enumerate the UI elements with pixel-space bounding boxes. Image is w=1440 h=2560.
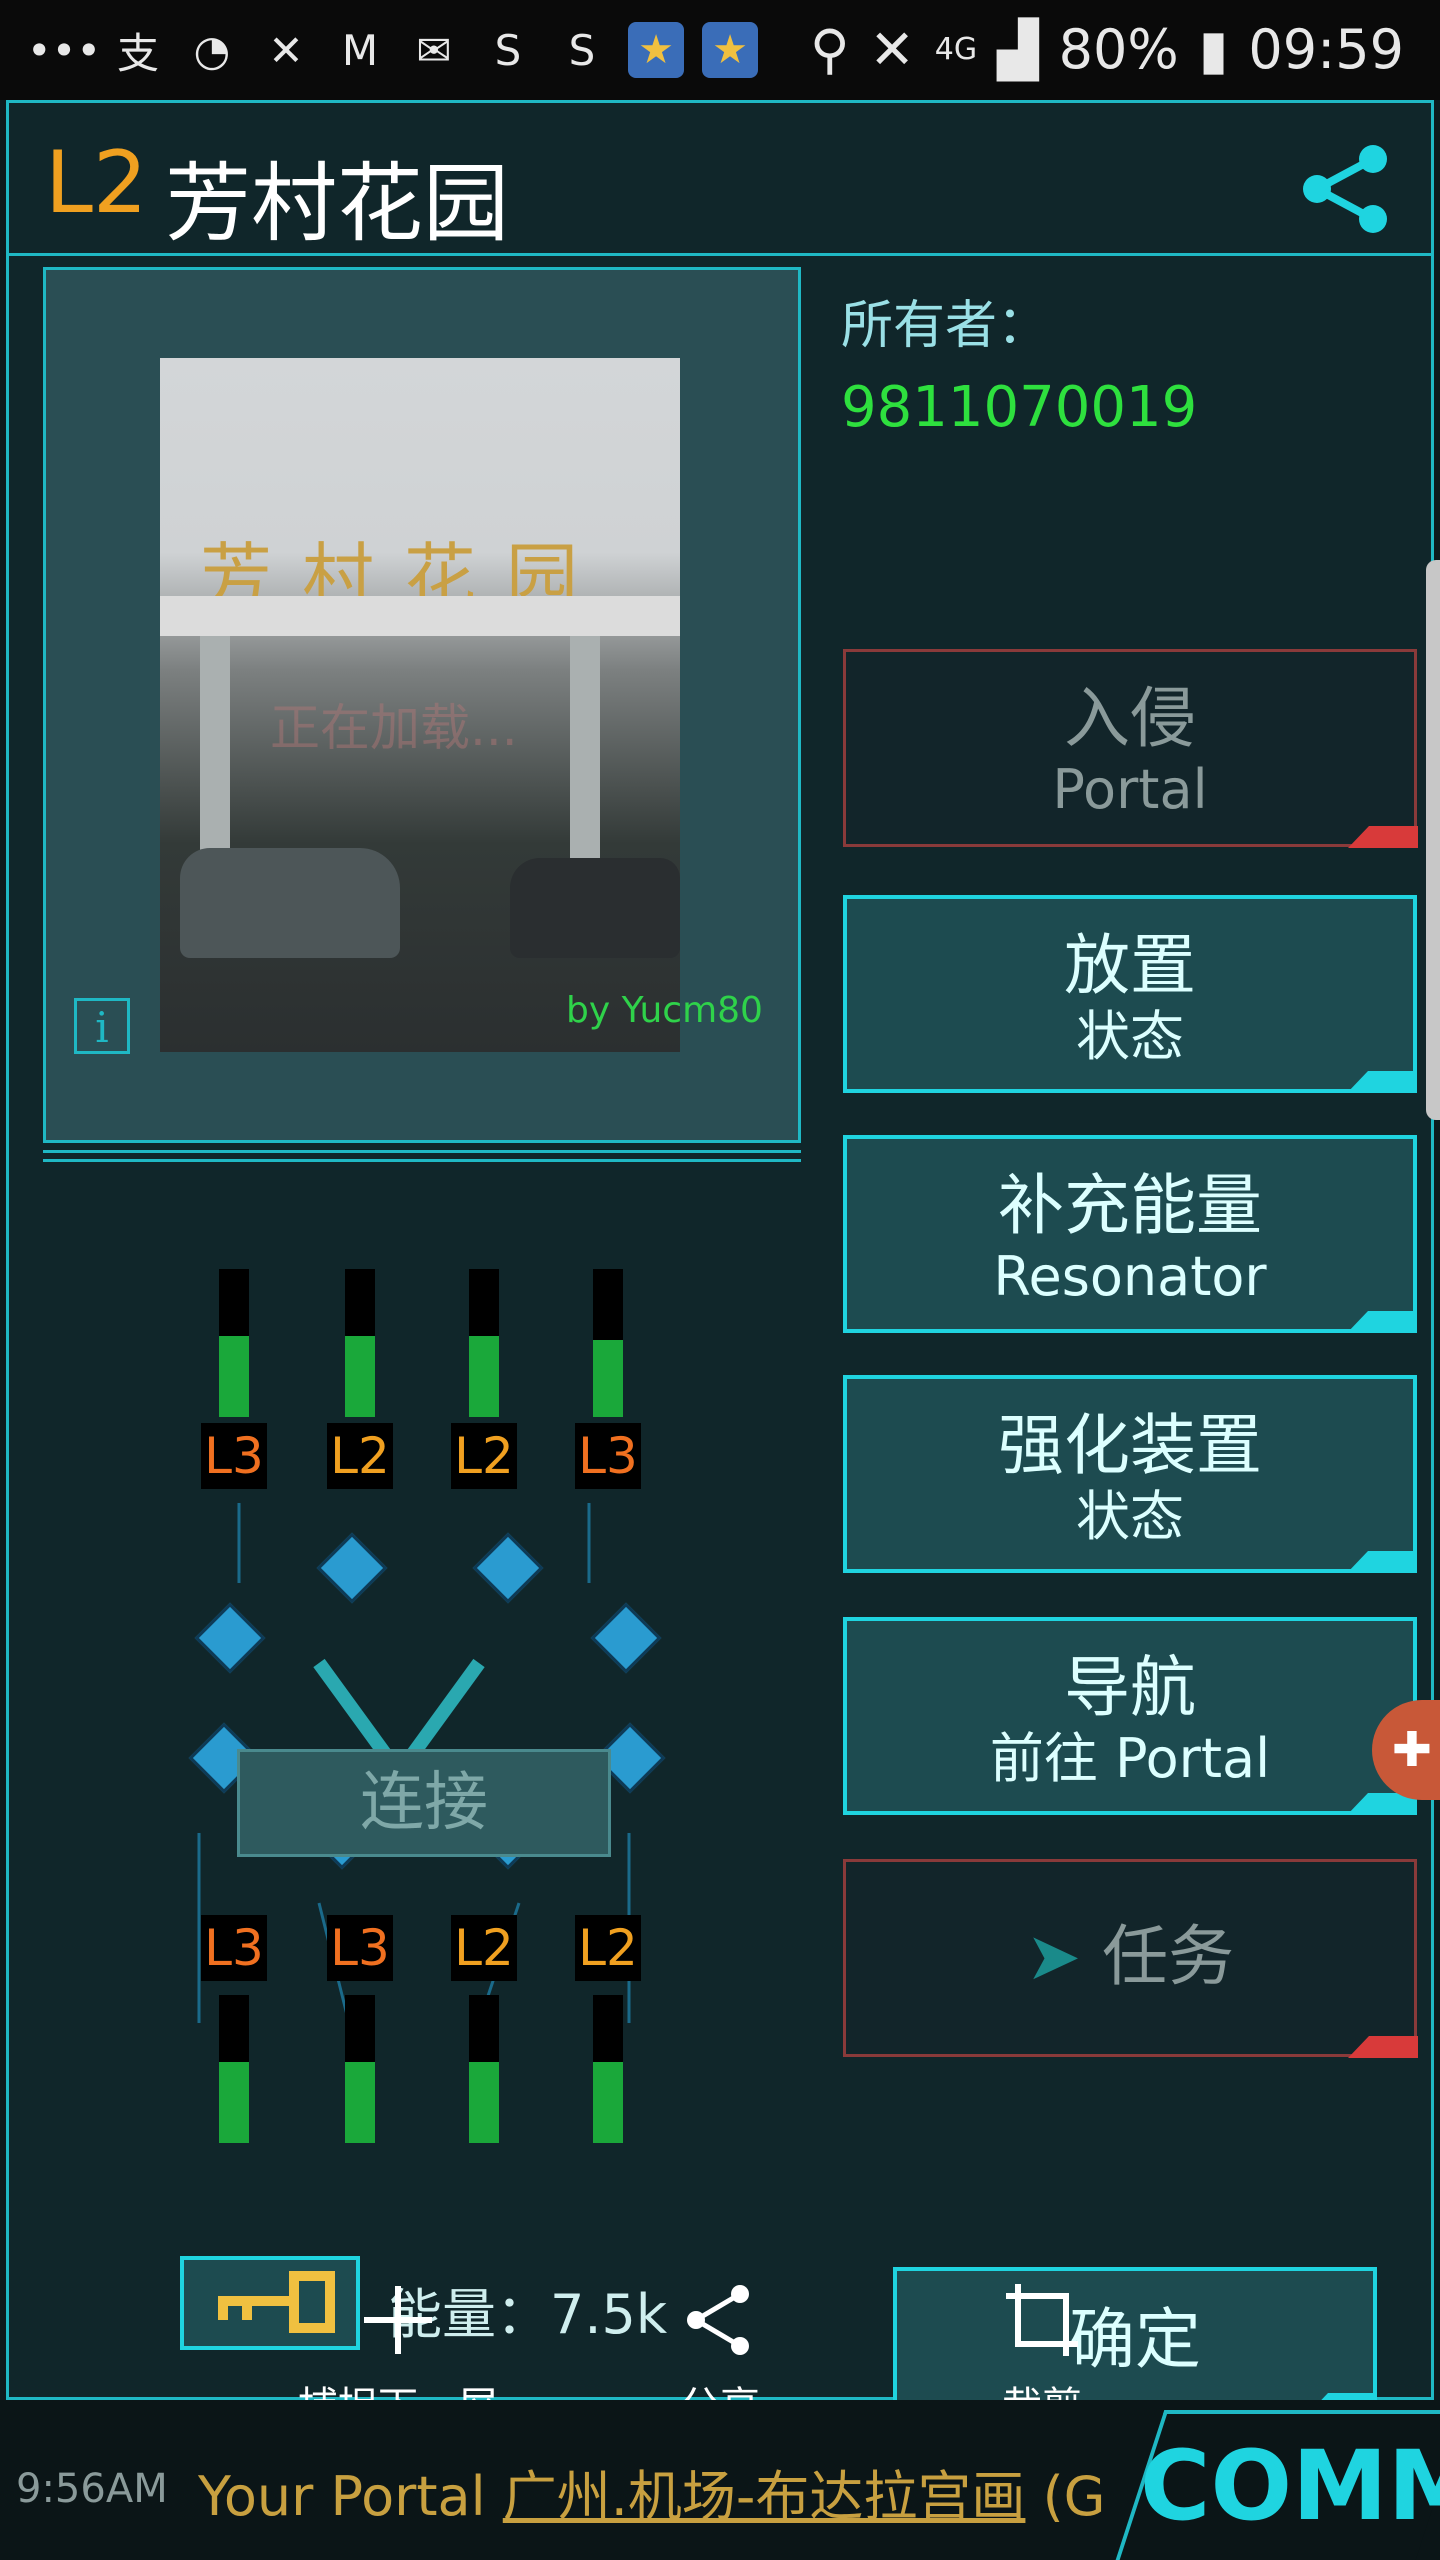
resonator-fill — [345, 2061, 375, 2143]
mods-button[interactable]: 强化装置 状态 — [843, 1375, 1417, 1573]
mission-row: ➤ 任务 — [846, 1918, 1414, 1996]
gmail-icon: M — [341, 25, 379, 75]
hack-title: 入侵 — [1064, 680, 1196, 757]
resonator-fill — [469, 2061, 499, 2143]
link-button[interactable]: 连接 — [237, 1749, 611, 1857]
navigate-button[interactable]: 导航 前往 Portal — [843, 1617, 1417, 1815]
deploy-sub: 状态 — [1076, 1005, 1184, 1068]
alipay-icon: 支 — [116, 28, 159, 78]
plus-icon — [364, 2286, 432, 2354]
comm-time: 9:56AM — [16, 2466, 168, 2512]
resonator-level: L2 — [451, 1423, 517, 1489]
hack-sub: Portal — [1052, 758, 1208, 821]
battery-percent: 80% — [1058, 18, 1179, 81]
button-corner — [1347, 1071, 1417, 1093]
mods-sub: 状态 — [1076, 1485, 1184, 1548]
button-corner — [1348, 826, 1418, 848]
clock: 09:59 — [1248, 18, 1404, 81]
resonator-level: L2 — [451, 1915, 517, 1981]
portal-name: 芳村花园 — [165, 154, 509, 254]
photo-car — [180, 848, 400, 958]
button-corner — [1347, 1551, 1417, 1573]
comm-label[interactable]: COMM — [1140, 2430, 1440, 2542]
network-type: 4G — [934, 32, 978, 67]
photo-gate-beam — [160, 596, 680, 636]
portal-image-frame: 芳村花园 正在加载... by Yucm80 i — [43, 267, 801, 1162]
loading-text: 正在加载... — [270, 699, 518, 757]
resonator-fill — [219, 2061, 249, 2143]
crop-icon — [1006, 2284, 1078, 2356]
owner-label: 所有者： — [841, 296, 1050, 356]
resonator-bar — [345, 1269, 375, 1417]
resonator-bar — [345, 1995, 375, 2143]
recharge-sub: Resonator — [993, 1245, 1267, 1308]
star-badge-icon: ★ — [628, 22, 684, 78]
resonator-bar — [219, 1995, 249, 2143]
resonator-fill — [469, 1335, 499, 1417]
button-corner — [1348, 2036, 1418, 2058]
share-icon[interactable] — [1295, 139, 1395, 239]
missed-call-icon: ✕ — [268, 25, 304, 75]
resonator-bar — [219, 1269, 249, 1417]
resonator-bar — [593, 1995, 623, 2143]
owner-id: 9811070019 — [841, 375, 1198, 440]
battery-icon: ▮ — [1198, 18, 1229, 81]
comm-portal-link[interactable]: 广州.机场-布达拉宫画 — [503, 2465, 1026, 2528]
comm-message: Your Portal 广州.机场-布达拉宫画 (G — [198, 2452, 1106, 2531]
resonator-level: L3 — [201, 1423, 267, 1489]
photo-car — [510, 858, 680, 958]
location-icon: ⚲ — [809, 18, 850, 81]
resonator-level: L3 — [201, 1915, 267, 1981]
mail-icon: ✉ — [416, 25, 452, 75]
mods-title: 强化装置 — [998, 1407, 1262, 1484]
edge-panel-handle[interactable] — [1426, 560, 1440, 1120]
recharge-title: 补充能量 — [998, 1167, 1262, 1244]
resonator-fill — [345, 1335, 375, 1417]
portal-panel: L2 芳村花园 芳村花园 正在加载... by Yucm80 i 所有者： 98… — [6, 100, 1434, 2415]
hack-button[interactable]: 入侵 Portal — [843, 649, 1418, 848]
portal-level: L2 — [45, 133, 148, 233]
recharge-button[interactable]: 补充能量 Resonator — [843, 1135, 1417, 1333]
photo-pillar — [200, 636, 230, 876]
status-bar: ••• 支 ◔ ✕ M ✉ S S ★ ★ ⚲ ✕ 4G ▟ 80% ▮ 09:… — [0, 0, 1440, 100]
info-button[interactable]: i — [74, 998, 130, 1054]
navigation-arrow-icon: ➤ — [1025, 1918, 1082, 1995]
navigate-sub: 前往 Portal — [989, 1727, 1271, 1790]
photo-credit: by Yucm80 — [566, 990, 763, 1031]
deploy-title: 放置 — [1064, 927, 1196, 1004]
signal-icon: ▟ — [997, 18, 1039, 81]
comm-message-prefix: Your Portal — [198, 2465, 503, 2528]
mission-title: 任务 — [1102, 1918, 1235, 1995]
button-corner — [1347, 1311, 1417, 1333]
comm-message-suffix: (G — [1025, 2465, 1106, 2528]
photo-pillar — [570, 636, 600, 876]
navigate-title: 导航 — [1064, 1649, 1196, 1726]
resonator-bar — [469, 1995, 499, 2143]
deploy-button[interactable]: 放置 状态 — [843, 895, 1417, 1093]
resonator-bar — [469, 1269, 499, 1417]
resonator-level: L2 — [327, 1423, 393, 1489]
resonator-level: L3 — [575, 1423, 641, 1489]
star-badge-icon: ★ — [702, 22, 758, 78]
share-icon — [687, 2285, 749, 2355]
mute-icon: ✕ — [869, 18, 915, 81]
portal-photo[interactable]: 芳村花园 正在加载... — [160, 358, 680, 1052]
chat-bubble-icon: ••• — [26, 25, 102, 75]
app-s2-icon: S — [568, 25, 596, 75]
resonator-fill — [219, 1335, 249, 1417]
resonator-fill — [593, 2061, 623, 2143]
frame-underline — [43, 1150, 801, 1162]
resonator-level: L2 — [575, 1915, 641, 1981]
resonator-level: L3 — [327, 1915, 393, 1981]
system-icons: ⚲ ✕ 4G ▟ 80% ▮ 09:59 — [810, 18, 1404, 81]
notification-icons: ••• 支 ◔ ✕ M ✉ S S ★ ★ — [26, 22, 758, 78]
qq-icon: ◔ — [193, 25, 231, 75]
app-s-icon: S — [494, 25, 522, 75]
comm-bar[interactable]: 9:56AM Your Portal 广州.机场-布达拉宫画 (G COMM — [0, 2400, 1440, 2560]
resonator-fill — [593, 1340, 623, 1417]
mission-button[interactable]: ➤ 任务 — [843, 1859, 1418, 2058]
resonator-bar — [593, 1269, 623, 1417]
portal-header: L2 芳村花园 — [9, 103, 1431, 256]
